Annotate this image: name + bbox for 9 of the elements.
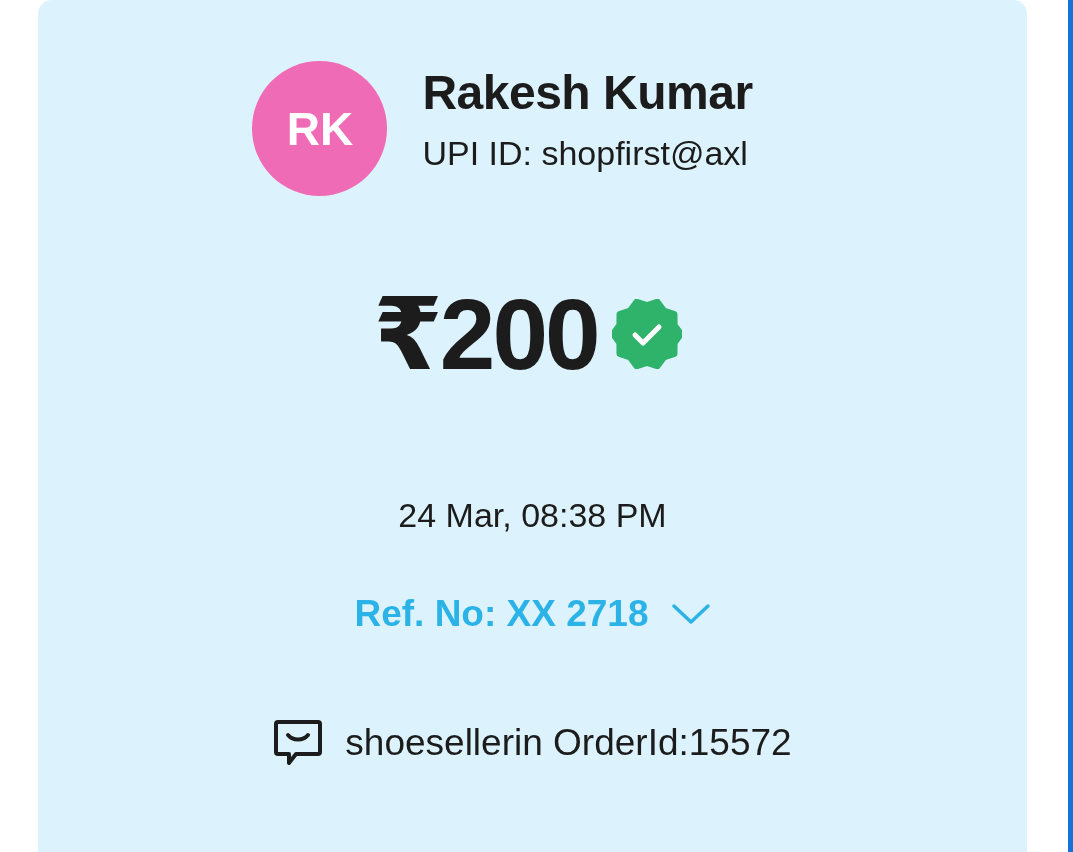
avatar: RK — [252, 61, 388, 196]
amount: ₹200 — [373, 284, 598, 384]
chevron-icon — [670, 602, 711, 626]
chat-message-icon — [273, 719, 324, 767]
payee-name: Rakesh Kumar — [422, 64, 753, 120]
reference-number-toggle[interactable]: Ref. No: XX 2718 — [354, 593, 711, 635]
payment-note: shoesellerin OrderId:15572 — [345, 722, 792, 764]
upi-id: UPI ID: shopfirst@axl — [422, 133, 749, 173]
transaction-date: 24 Mar, 08:38 PM — [398, 496, 667, 535]
